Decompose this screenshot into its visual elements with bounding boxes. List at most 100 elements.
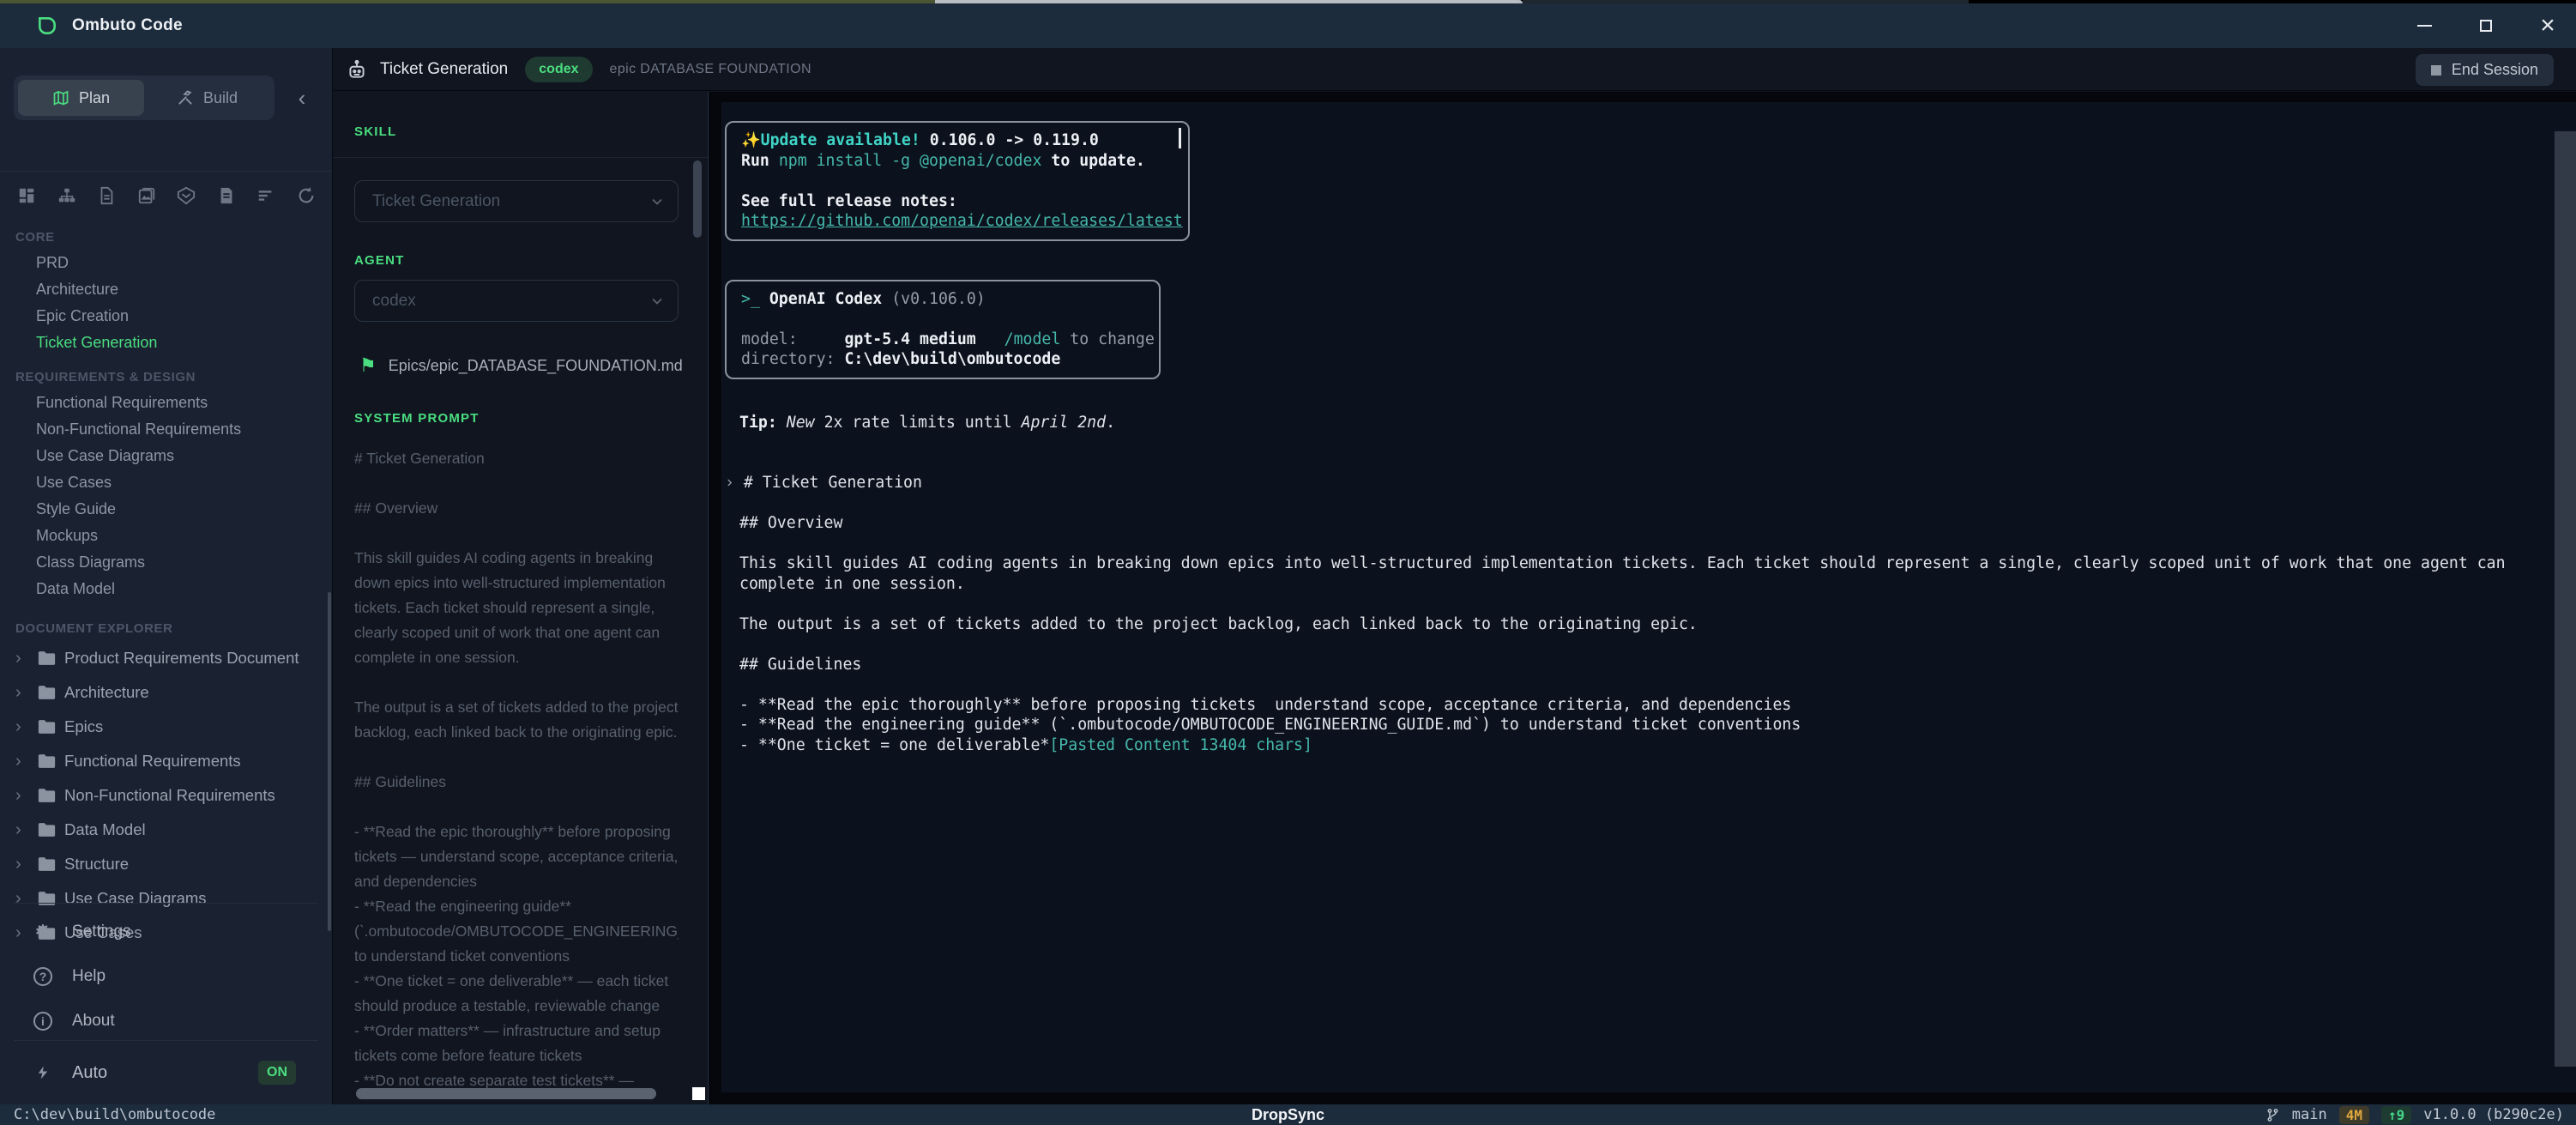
prompt-paragraph: - **Read the epic thoroughly** before pr… (354, 820, 679, 894)
close-button[interactable]: × (2535, 13, 2561, 39)
skill-select[interactable]: Ticket Generation (354, 180, 679, 222)
explorer-folder-data-model[interactable]: ›Data Model (0, 813, 332, 847)
gallery-icon[interactable] (136, 184, 158, 207)
sidebar-item-class-diagrams[interactable]: Class Diagrams (0, 549, 332, 576)
prompt-paragraph: ## Guidelines (354, 770, 679, 795)
sidebar-item-non-functional-requirements[interactable]: Non-Functional Requirements (0, 416, 332, 443)
terminal-line (739, 674, 2555, 695)
folder-label: Non-Functional Requirements (64, 786, 275, 805)
terminal-cursor (1179, 128, 1181, 148)
prompt-paragraph: The output is a set of tickets added to … (354, 695, 679, 745)
sidebar-item-epic-creation[interactable]: Epic Creation (0, 303, 332, 330)
config-horizontal-scrollbar[interactable] (356, 1088, 656, 1099)
build-tab[interactable]: Build (144, 80, 270, 116)
flag-icon: ⚑ (359, 354, 377, 377)
status-bar: C:\dev\build\ombutocode DropSync main 4M… (0, 1104, 2576, 1125)
prompt-paragraph: - **Read the engineering guide** (`.ombu… (354, 894, 679, 969)
sitemap-icon[interactable] (56, 184, 78, 207)
prompt-paragraph: ## Overview (354, 496, 679, 521)
terminal[interactable]: ✨Update available! 0.106.0 -> 0.119.0Run… (721, 102, 2555, 1092)
config-scroll-area: Ticket Generation AGENT codex ⚑ Epics/ep… (334, 158, 708, 1089)
explorer-folder-epics[interactable]: ›Epics (0, 710, 332, 744)
chevron-right-icon: › (15, 855, 29, 874)
auto-toggle-row[interactable]: Auto ON (0, 1055, 332, 1090)
refresh-icon[interactable] (295, 184, 317, 207)
chevron-right-icon: › (15, 717, 29, 737)
explorer-folder-product-requirements-document[interactable]: ›Product Requirements Document (0, 641, 332, 675)
sidebar-item-ticket-generation[interactable]: Ticket Generation (0, 330, 332, 356)
tip-line: Tip: New 2x rate limits until April 2nd. (739, 413, 2555, 433)
codex-info-box: >_ OpenAI Codex (v0.106.0) model: gpt-5.… (725, 280, 1161, 379)
terminal-scrollbar[interactable] (2555, 131, 2576, 1067)
terminal-line (739, 594, 2555, 614)
folder-icon (38, 719, 56, 735)
tools-icon (177, 89, 194, 106)
update-notice-box: ✨Update available! 0.106.0 -> 0.119.0Run… (725, 121, 1190, 241)
terminal-line: ## Overview (739, 513, 2555, 534)
build-tab-label: Build (203, 89, 238, 107)
explorer-folder-non-functional-requirements[interactable]: ›Non-Functional Requirements (0, 778, 332, 813)
git-ahead-badge[interactable]: ↑9 (2381, 1106, 2411, 1124)
explorer-folder-structure[interactable]: ›Structure (0, 847, 332, 881)
end-session-button[interactable]: End Session (2416, 54, 2554, 86)
about-button[interactable]: i About (0, 1004, 332, 1038)
prompt-paragraph: - **One ticket = one deliverable** — eac… (354, 969, 679, 1019)
sidebar-item-mockups[interactable]: Mockups (0, 523, 332, 549)
epic-file-row[interactable]: ⚑ Epics/epic_DATABASE_FOUNDATION.md (359, 354, 679, 377)
explorer-section-label: DOCUMENT EXPLORER (15, 621, 332, 636)
terminal-line: The output is a set of tickets added to … (739, 614, 2555, 635)
file-icon[interactable] (215, 184, 238, 207)
nav-section-label: REQUIREMENTS & DESIGN (15, 370, 332, 384)
main-header: Ticket Generation codex epic DATABASE FO… (334, 48, 2576, 91)
dashboard-icon[interactable] (15, 184, 38, 207)
terminal-line: Run npm install -g @openai/codex to upda… (741, 151, 1173, 172)
about-label: About (72, 1012, 115, 1031)
tool-icon-row (15, 178, 317, 213)
auto-on-badge[interactable]: ON (258, 1061, 296, 1085)
terminal-line: directory: C:\dev\build\ombutocode (741, 349, 1144, 370)
plan-tab[interactable]: Plan (18, 80, 144, 116)
maximize-button[interactable] (2473, 13, 2499, 39)
sidebar-item-use-cases[interactable]: Use Cases (0, 469, 332, 496)
git-status-group: main 4M ↑9 v1.0.0 (b290c2e) (2265, 1106, 2564, 1124)
terminal-line: model: gpt-5.4 medium /model to change (741, 330, 1144, 350)
document-icon[interactable] (95, 184, 118, 207)
terminal-line: https://github.com/openai/codex/releases… (741, 211, 1173, 232)
agent-badge: codex (525, 57, 592, 82)
chevron-right-icon: › (15, 649, 29, 668)
terminal-line: ✨Update available! 0.106.0 -> 0.119.0 (741, 130, 1173, 151)
page-title: Ticket Generation (380, 60, 508, 79)
folder-icon (38, 856, 56, 872)
git-modified-badge[interactable]: 4M (2339, 1106, 2369, 1124)
align-left-icon[interactable] (255, 184, 277, 207)
divider (0, 171, 332, 172)
package-icon[interactable] (175, 184, 197, 207)
agent-section-label: AGENT (354, 253, 679, 268)
sidebar-item-functional-requirements[interactable]: Functional Requirements (0, 390, 332, 416)
robot-icon (346, 58, 368, 81)
explorer-folder-architecture[interactable]: ›Architecture (0, 675, 332, 710)
sidebar-item-style-guide[interactable]: Style Guide (0, 496, 332, 523)
sidebar-item-architecture[interactable]: Architecture (0, 276, 332, 303)
mode-toggle: Plan Build (14, 76, 274, 120)
gear-icon: ⚙ (33, 921, 53, 943)
folder-icon (38, 650, 56, 666)
minimize-icon (2417, 25, 2432, 27)
help-button[interactable]: ? Help (0, 959, 332, 994)
explorer-folder-functional-requirements[interactable]: ›Functional Requirements (0, 744, 332, 778)
sidebar-item-use-case-diagrams[interactable]: Use Case Diagrams (0, 443, 332, 469)
resize-grip[interactable] (692, 1087, 705, 1100)
sidebar-item-data-model[interactable]: Data Model (0, 576, 332, 602)
terminal-scrollbar-track (2555, 102, 2576, 1092)
collapse-sidebar-button[interactable]: ‹ (285, 81, 319, 115)
config-vertical-scrollbar[interactable] (693, 160, 702, 238)
sidebar-item-prd[interactable]: PRD (0, 250, 332, 276)
git-branch-name[interactable]: main (2292, 1106, 2327, 1123)
settings-button[interactable]: ⚙ Settings (0, 915, 332, 949)
sidebar-scrollbar[interactable] (328, 592, 331, 931)
lightning-icon (33, 1063, 53, 1082)
system-prompt-section-label: SYSTEM PROMPT (354, 411, 679, 426)
minimize-button[interactable] (2411, 13, 2437, 39)
folder-label: Data Model (64, 820, 146, 839)
agent-select[interactable]: codex (354, 280, 679, 322)
